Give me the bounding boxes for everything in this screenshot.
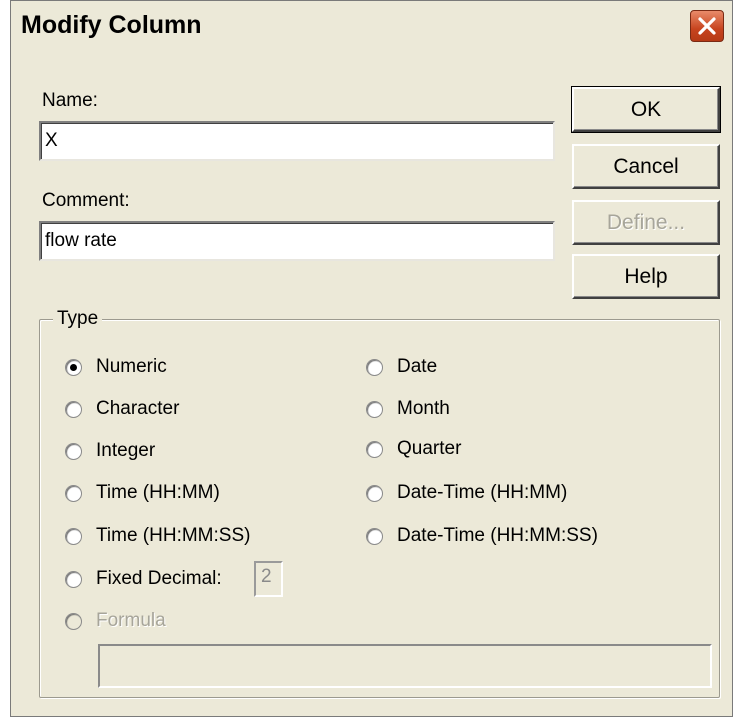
radio-label: Date-Time (HH:MM:SS) — [397, 525, 598, 546]
radio-date-time-hh-mm-ss[interactable]: Date-Time (HH:MM:SS) — [366, 523, 598, 549]
radio-button[interactable] — [366, 400, 383, 418]
cancel-button[interactable]: Cancel — [572, 144, 720, 189]
comment-label: Comment: — [42, 190, 130, 211]
radio-date[interactable]: Date — [366, 354, 437, 380]
radio-button[interactable] — [366, 440, 383, 458]
radio-character[interactable]: Character — [65, 396, 179, 422]
comment-field[interactable]: flow rate — [39, 221, 555, 261]
radio-time-hh-mm[interactable]: Time (HH:MM) — [65, 480, 220, 506]
radio-fixed-decimal[interactable]: Fixed Decimal: — [65, 566, 222, 592]
name-field[interactable]: X — [39, 121, 555, 161]
radio-numeric[interactable]: Numeric — [65, 354, 167, 380]
radio-quarter[interactable]: Quarter — [366, 436, 461, 462]
radio-label: Numeric — [96, 356, 167, 377]
modify-column-dialog: Modify Column Name: X Comment: flow rate… — [10, 0, 733, 717]
type-group-label: Type — [53, 308, 103, 330]
radio-label: Date — [397, 356, 438, 377]
window-title: Modify Column — [21, 11, 202, 39]
name-label: Name: — [42, 90, 98, 111]
radio-label: Integer — [96, 440, 156, 461]
radio-label: Time (HH:MM) — [96, 482, 220, 503]
radio-label: Character — [96, 398, 180, 419]
help-button[interactable]: Help — [572, 254, 720, 299]
ok-button[interactable]: OK — [571, 86, 721, 133]
radio-label: Quarter — [397, 438, 462, 459]
radio-time-hh-mm-ss[interactable]: Time (HH:MM:SS) — [65, 523, 250, 549]
radio-date-time-hh-mm[interactable]: Date-Time (HH:MM) — [366, 480, 567, 506]
radio-formula[interactable]: Formula — [65, 608, 166, 634]
radio-label: Date-Time (HH:MM) — [397, 482, 568, 503]
radio-label: Formula — [96, 610, 166, 631]
radio-button[interactable] — [65, 484, 82, 502]
radio-integer[interactable]: Integer — [65, 438, 155, 464]
close-button[interactable] — [690, 10, 724, 42]
formula-field[interactable] — [98, 644, 712, 688]
radio-button[interactable] — [65, 527, 82, 545]
radio-button[interactable] — [65, 612, 82, 630]
radio-button[interactable] — [366, 358, 383, 376]
radio-label: Time (HH:MM:SS) — [96, 525, 251, 546]
radio-button[interactable] — [366, 527, 383, 545]
radio-button[interactable] — [65, 570, 82, 588]
radio-button[interactable] — [65, 400, 82, 418]
radio-label: Month — [397, 398, 450, 419]
radio-label: Fixed Decimal: — [96, 568, 222, 589]
radio-month[interactable]: Month — [366, 396, 450, 422]
fixed-decimal-field[interactable]: 2 — [254, 561, 283, 597]
title-bar[interactable]: Modify Column — [11, 1, 732, 53]
radio-button-selected[interactable] — [65, 358, 82, 376]
radio-button[interactable] — [65, 442, 82, 460]
close-icon — [698, 17, 716, 35]
define-button[interactable]: Define... — [572, 200, 720, 245]
radio-button[interactable] — [366, 484, 383, 502]
